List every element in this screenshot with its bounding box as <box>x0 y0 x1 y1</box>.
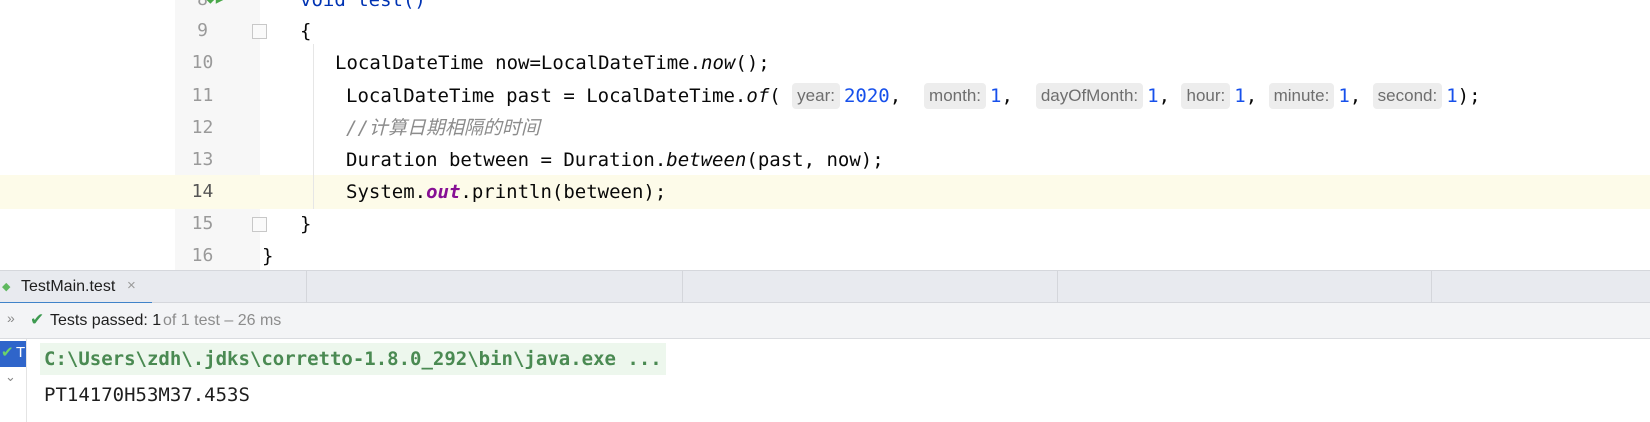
code-token: LocalDateTime past = LocalDateTime. <box>346 85 747 107</box>
code-token: } <box>262 245 274 267</box>
code-token: void test() <box>300 0 426 11</box>
tests-summary: of 1 test – 26 ms <box>163 312 282 329</box>
run-config-icon: ◆ <box>2 281 11 293</box>
code-text: LocalDateTime past = LocalDateTime.of( y… <box>346 79 1481 113</box>
check-icon: ✔ <box>30 310 45 329</box>
indent-guide <box>313 44 314 209</box>
code-token: of <box>746 85 770 107</box>
line-number: 10 <box>191 52 214 73</box>
fold-marker-icon[interactable] <box>252 217 267 232</box>
code-token: , <box>1349 85 1373 107</box>
code-token: 1 <box>1338 85 1350 107</box>
line-number: 11 <box>191 85 214 106</box>
code-token: System. <box>346 181 427 203</box>
code-token: ); <box>1457 85 1481 107</box>
code-line[interactable]: 15 } <box>0 207 1650 241</box>
code-text: } <box>262 239 273 270</box>
code-token: 1 <box>1147 85 1159 107</box>
code-token: , <box>889 85 925 107</box>
parameter-hint: dayOfMonth: <box>1035 83 1144 109</box>
test-status-bar: » ✔ Tests passed: 1 of 1 test – 26 ms <box>0 303 1650 339</box>
code-token: .println(between); <box>460 181 667 203</box>
code-token: 1 <box>1234 85 1246 107</box>
divider <box>1431 271 1432 304</box>
console-output-line: PT14170H53M37.453S <box>44 384 250 406</box>
code-token: //计算日期相隔的时间 <box>346 117 540 139</box>
code-text: System.out.println(between); <box>346 175 666 209</box>
code-line[interactable]: 10 LocalDateTime now=LocalDateTime.now()… <box>0 46 1650 80</box>
test-tree-item[interactable]: ✔ T <box>0 341 26 367</box>
code-text: Duration between = Duration.between(past… <box>346 143 884 177</box>
code-line[interactable]: 9 { <box>0 14 1650 48</box>
code-text: } <box>300 207 311 241</box>
code-token: 1 <box>1446 85 1458 107</box>
tab-run-testmain[interactable]: ◆ TestMain.test × <box>0 271 152 305</box>
line-number: 15 <box>191 213 214 234</box>
code-editor[interactable]: 8 ◆▶ void test() 9 { 10 LocalDateTime no… <box>0 0 1650 270</box>
console-output[interactable]: ✔ T ⌄ C:\Users\zdh\.jdks\corretto-1.8.0_… <box>0 339 1650 422</box>
code-text: { <box>300 14 311 48</box>
code-token: ( <box>769 85 793 107</box>
check-icon: ✔ <box>1 344 14 361</box>
code-token: between <box>666 149 747 171</box>
tests-passed-label: Tests passed: 1 <box>50 312 162 329</box>
code-token: 1 <box>990 85 1002 107</box>
code-token: , <box>1158 85 1182 107</box>
fold-marker-icon[interactable] <box>252 24 267 39</box>
divider <box>306 271 307 304</box>
current-code-line[interactable]: 14 System.out.println(between); <box>0 175 1650 209</box>
code-token: } <box>300 213 312 235</box>
line-number: 16 <box>191 245 214 266</box>
code-token: LocalDateTime now=LocalDateTime. <box>335 52 702 74</box>
code-token: { <box>300 20 312 42</box>
divider <box>1057 271 1058 304</box>
code-token: (); <box>735 52 770 74</box>
chevron-down-icon[interactable]: ⌄ <box>5 369 16 385</box>
code-comment: //计算日期相隔的时间 <box>346 111 540 145</box>
code-line[interactable]: 12 //计算日期相隔的时间 <box>0 111 1650 145</box>
run-test-gutter-icon[interactable]: ◆▶ <box>205 0 227 6</box>
code-line[interactable]: 11 LocalDateTime past = LocalDateTime.of… <box>0 79 1650 113</box>
parameter-hint: year: <box>792 83 840 109</box>
parameter-hint: minute: <box>1268 83 1335 109</box>
code-line[interactable]: 16 } <box>0 239 1650 270</box>
close-icon[interactable]: × <box>127 277 136 294</box>
line-number: 9 <box>197 20 208 41</box>
line-number: 12 <box>191 117 214 138</box>
parameter-hint: hour: <box>1181 83 1231 109</box>
divider <box>682 271 683 304</box>
code-token: now <box>701 52 736 74</box>
code-text: LocalDateTime now=LocalDateTime.now(); <box>335 46 770 80</box>
code-token: out <box>426 181 461 203</box>
chevron-double-right-icon[interactable]: » <box>7 310 15 326</box>
tab-label: TestMain.test <box>21 278 116 295</box>
code-token: , <box>1001 85 1036 107</box>
code-token: , <box>1245 85 1269 107</box>
line-number: 14 <box>191 181 214 202</box>
console-command-line: C:\Users\zdh\.jdks\corretto-1.8.0_292\bi… <box>40 343 666 375</box>
code-token: Duration between = Duration. <box>346 149 667 171</box>
code-line[interactable]: 13 Duration between = Duration.between(p… <box>0 143 1650 177</box>
line-number: 13 <box>191 149 214 170</box>
parameter-hint: second: <box>1372 83 1443 109</box>
run-tool-window-tabbar: ◆ TestMain.test × <box>0 270 1650 305</box>
parameter-hint: month: <box>924 83 987 109</box>
test-tree-panel: ✔ T ⌄ <box>0 339 27 422</box>
code-token: 2020 <box>843 85 890 107</box>
code-token: (past, now); <box>746 149 884 171</box>
tree-item-label: T <box>16 344 26 361</box>
